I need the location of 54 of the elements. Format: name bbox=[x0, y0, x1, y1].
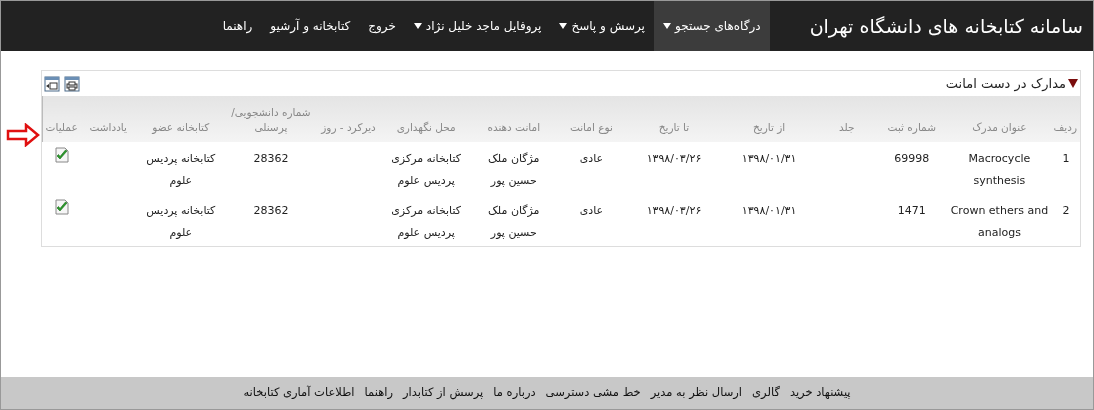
table-cell: ۱۳۹۸/۰۱/۳۱ bbox=[721, 142, 817, 194]
column-header: ردیف bbox=[1051, 96, 1080, 142]
nav-menu-item[interactable]: راهنما bbox=[213, 1, 262, 51]
footer-link[interactable]: پرسش از کتابدار bbox=[402, 384, 484, 402]
column-header: تا تاریخ bbox=[626, 96, 722, 142]
column-header: محل نگهداری bbox=[381, 96, 472, 142]
table-cell: کتابخانه پردیس علوم bbox=[135, 142, 226, 194]
table-cell: مژگان ملک حسین پور bbox=[471, 142, 557, 194]
column-header: نوع امانت bbox=[556, 96, 627, 142]
site-title: سامانه کتابخانه های دانشگاه تهران bbox=[809, 13, 1083, 40]
column-header: شماره دانشجویی/ پرسنلی bbox=[225, 96, 316, 142]
footer-link[interactable]: گالری bbox=[752, 384, 780, 402]
table-cell-text: 28362 bbox=[252, 203, 290, 219]
table-cell-text: 2 bbox=[1061, 203, 1071, 219]
export-icon[interactable] bbox=[44, 75, 60, 92]
table-cell-text: ۱۳۹۸/۰۳/۲۶ bbox=[645, 203, 703, 219]
table-cell-text: کتابخانه پردیس علوم bbox=[145, 203, 217, 241]
column-header: جلد bbox=[816, 96, 877, 142]
table-cell: Macrocycle synthesis bbox=[946, 142, 1052, 194]
footer-link[interactable]: اطلاعات آماری کتابخانه bbox=[243, 384, 355, 402]
pointer-arrow bbox=[6, 123, 40, 147]
column-header: عنوان مدرک bbox=[946, 96, 1052, 142]
table-cell-text: 1471 bbox=[896, 203, 927, 219]
table-cell-text: عادی bbox=[578, 203, 605, 219]
footer-link[interactable]: درباره ما bbox=[493, 384, 536, 402]
column-header: عملیات bbox=[42, 96, 81, 142]
table-cell: 69998 bbox=[876, 142, 947, 194]
print-icon[interactable] bbox=[64, 75, 80, 92]
nav-menu-item[interactable]: پرسش و پاسخ bbox=[550, 1, 654, 51]
table-cell: 28362 bbox=[225, 142, 316, 194]
table-cell: عادی bbox=[556, 142, 627, 194]
nav-menu-item[interactable]: خروج bbox=[359, 1, 405, 51]
nav-menu-item[interactable]: کتابخانه و آرشیو bbox=[261, 1, 360, 51]
footer-link[interactable]: پیشنهاد خرید bbox=[789, 384, 851, 402]
table-cell: 1 bbox=[1051, 142, 1080, 194]
table-cell-text: Crown ethers and analogs bbox=[949, 203, 1050, 241]
document-check-icon[interactable] bbox=[53, 199, 70, 215]
footer-link[interactable]: خط مشی دسترسی bbox=[545, 384, 641, 402]
table-cell: کتابخانه مرکزی پردیس علوم bbox=[381, 142, 472, 194]
column-header: یادداشت bbox=[80, 96, 136, 142]
document-check-icon[interactable] bbox=[53, 147, 70, 163]
column-header: دیرکرد - روز bbox=[316, 96, 382, 142]
column-header: کتابخانه عضو bbox=[135, 96, 226, 142]
footer-link[interactable]: راهنما bbox=[364, 384, 393, 402]
table-cell-text: مژگان ملک حسین پور bbox=[487, 203, 541, 241]
table-cell: ۱۳۹۸/۰۳/۲۶ bbox=[626, 142, 722, 194]
footer-link[interactable]: ارسال نظر به مدیر bbox=[650, 384, 743, 402]
column-header: امانت دهنده bbox=[471, 96, 557, 142]
column-header: شماره ثبت bbox=[876, 96, 947, 142]
column-header: از تاریخ bbox=[721, 96, 817, 142]
table-cell-text: کتابخانه مرکزی پردیس علوم bbox=[390, 203, 462, 241]
nav-menu-item[interactable]: درگاه‌های جستجو bbox=[653, 1, 770, 51]
table-cell-text: ۱۳۹۸/۰۱/۳۱ bbox=[740, 203, 798, 219]
nav-menu-item[interactable]: پروفایل ماجد خلیل نژاد bbox=[404, 1, 551, 51]
